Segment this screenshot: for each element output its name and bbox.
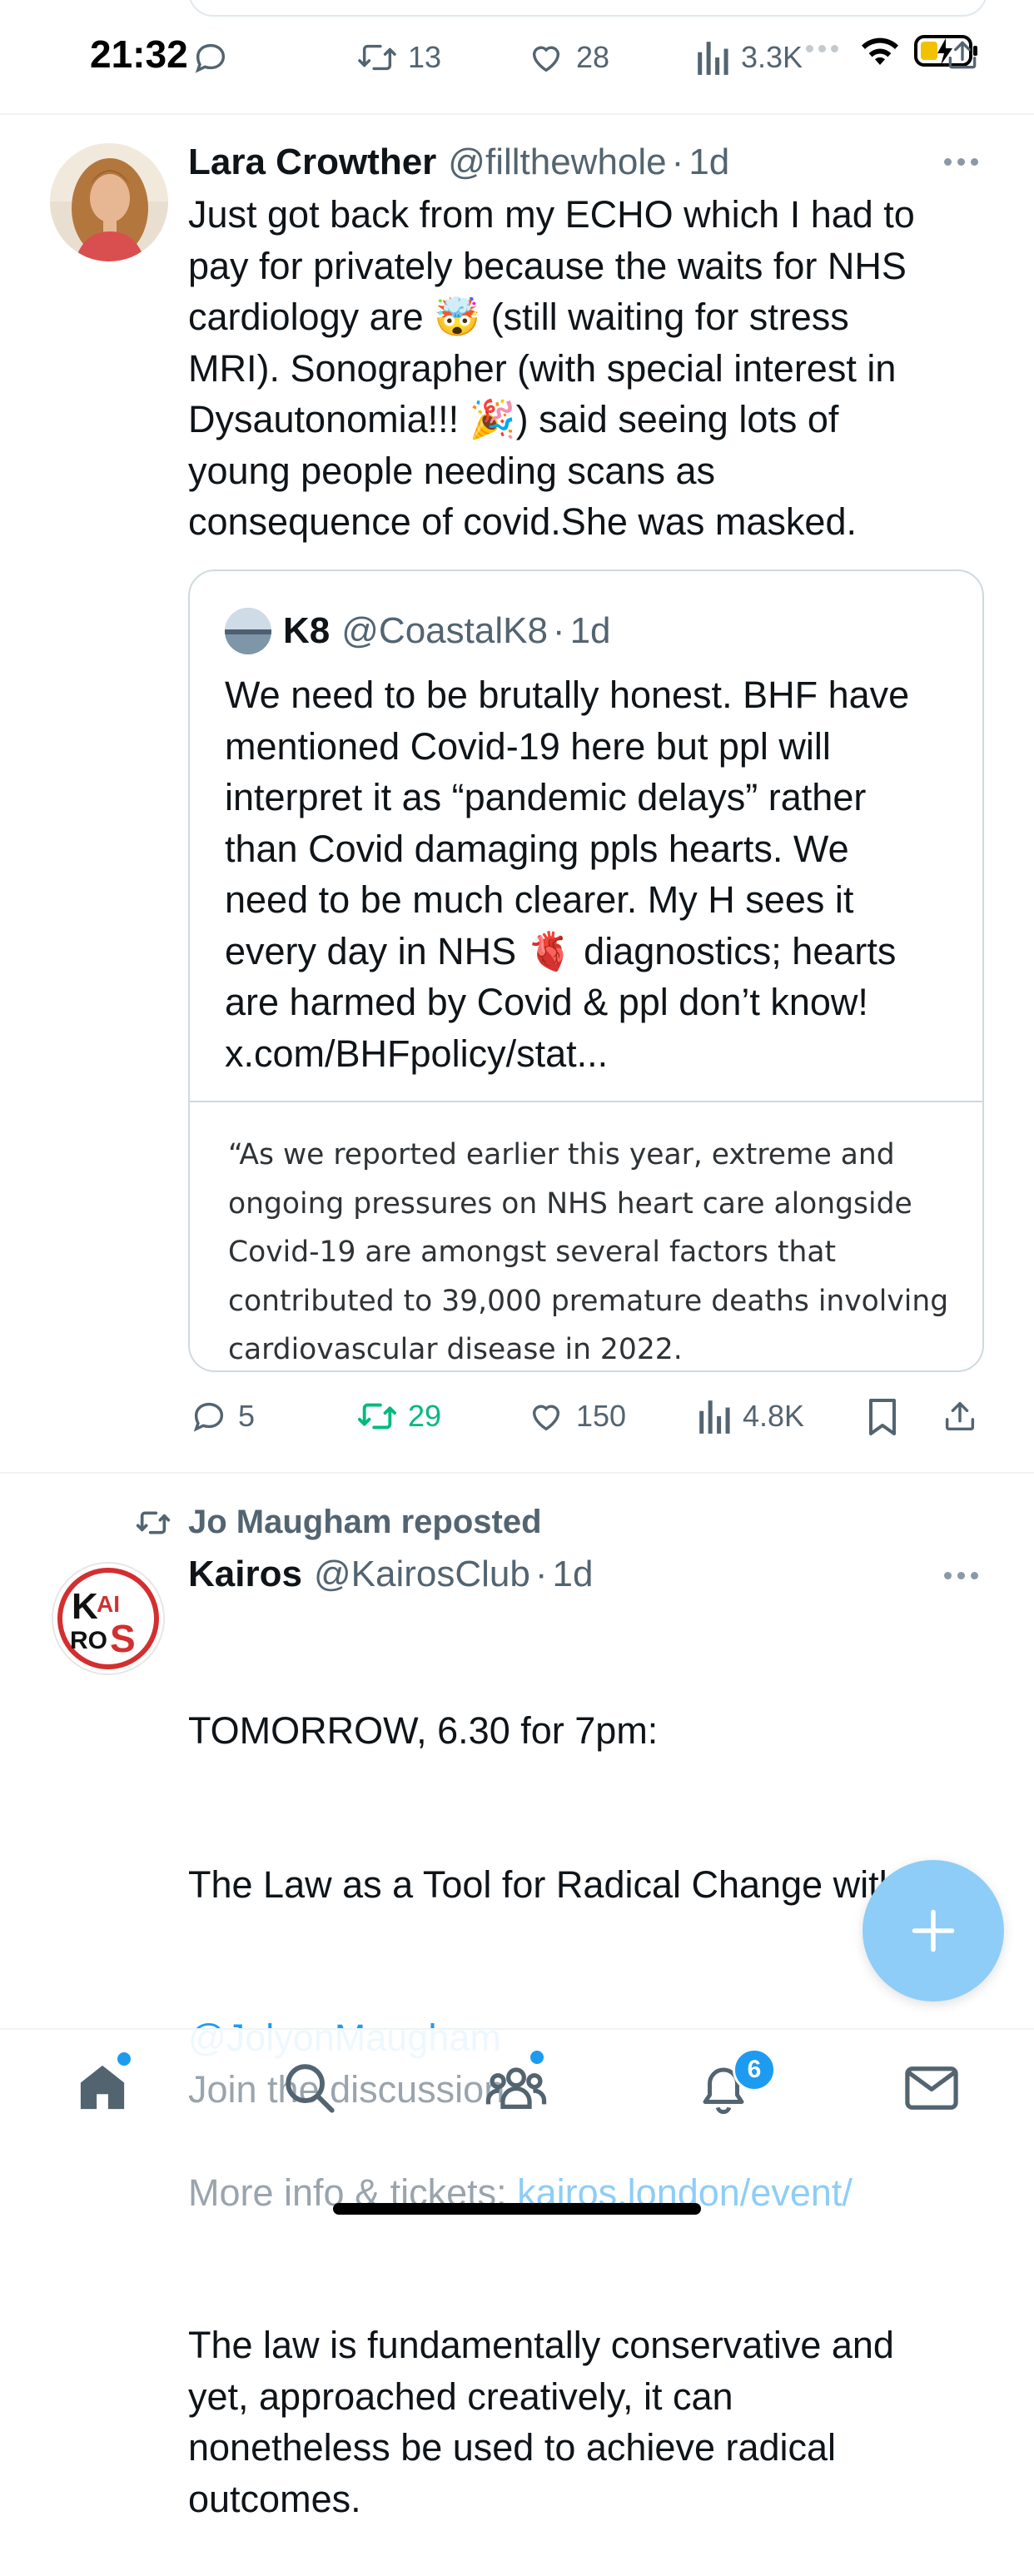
prev-reply-button[interactable] <box>191 38 230 77</box>
home-icon[interactable] <box>75 2060 130 2115</box>
more-options-icon[interactable] <box>944 1572 978 1579</box>
like-button[interactable]: 150 <box>526 1397 626 1435</box>
wifi-icon <box>862 37 898 65</box>
avatar-k8 <box>225 608 271 654</box>
author-handle[interactable]: @KairosClub <box>314 1554 530 1595</box>
tweet1-header: Lara Crowther @fillthewhole · 1d <box>188 142 729 183</box>
previous-quote-card-edge <box>188 0 987 17</box>
tweet-age[interactable]: 1d <box>689 142 729 183</box>
header-dot: · <box>671 142 684 182</box>
reply-button[interactable]: 5 <box>190 1397 255 1435</box>
svg-text:S: S <box>110 1617 136 1660</box>
retweet-icon <box>357 1403 396 1430</box>
prev-retweet-count: 13 <box>408 40 442 74</box>
communities-icon[interactable] <box>485 2058 548 2116</box>
quote-header-dot: · <box>552 610 565 651</box>
header-dot: · <box>534 1554 548 1594</box>
tweet-paragraph: The law is fundamentally conservative an… <box>188 2324 894 2520</box>
tweet2-header: Kairos @KairosClub · 1d <box>188 1554 593 1595</box>
heart-icon <box>532 1405 560 1431</box>
quote-author-name: K8 <box>283 610 331 651</box>
bookmark-icon[interactable] <box>864 1397 901 1437</box>
views-count: 4.8K <box>743 1399 805 1433</box>
status-time: 21:32 <box>90 32 188 76</box>
like-count: 150 <box>576 1399 627 1433</box>
svg-text:RO: RO <box>70 1627 107 1654</box>
prev-views-count: 3.3K <box>741 40 803 74</box>
home-unread-dot <box>115 2050 133 2068</box>
retweet-icon <box>358 44 396 71</box>
reposted-by-label: Jo Maugham reposted <box>188 1504 542 1540</box>
quote-author-handle: @CoastalK8 <box>341 610 548 651</box>
tweet-divider <box>0 113 1034 115</box>
quoted-tweet[interactable]: K8 @CoastalK8 · 1d We need to be brutall… <box>188 569 984 1372</box>
reply-count: 5 <box>238 1399 256 1433</box>
prev-share-icon[interactable] <box>944 37 981 73</box>
reply-input[interactable]: Join the discussion <box>188 2068 505 2111</box>
svg-text:K: K <box>72 1586 98 1627</box>
avatar-image <box>50 143 168 261</box>
share-icon[interactable] <box>941 1397 979 1435</box>
compose-tweet-button[interactable] <box>862 1860 1004 2002</box>
signal-dots <box>806 45 838 52</box>
views-button[interactable]: 4.8K <box>698 1397 804 1435</box>
notifications-badge: 6 <box>733 2048 776 2091</box>
tweet-age[interactable]: 1d <box>552 1554 593 1595</box>
quote-header: K8 @CoastalK8 · 1d <box>225 608 611 654</box>
retweet-icon <box>136 1511 171 1534</box>
tweet-divider <box>0 1472 1034 1474</box>
prev-like-count: 28 <box>576 40 610 74</box>
views-icon <box>698 42 728 75</box>
quote-text: We need to be brutally honest. BHF have … <box>225 674 910 1075</box>
reply-icon <box>193 1402 224 1432</box>
quote-divider <box>190 1101 982 1102</box>
tweet-line: TOMORROW, 6.30 for 7pm: <box>188 1709 659 1752</box>
author-handle[interactable]: @fillthewhole <box>448 142 666 183</box>
views-icon <box>699 1400 730 1434</box>
prev-like-button[interactable]: 28 <box>526 38 609 77</box>
messages-envelope-icon[interactable] <box>902 2061 961 2115</box>
reply-icon <box>195 43 226 73</box>
author-name[interactable]: Lara Crowther <box>188 142 436 183</box>
avatar-image <box>225 608 271 654</box>
retweet-count: 29 <box>408 1399 442 1433</box>
retweet-button[interactable]: 29 <box>356 1397 441 1435</box>
tweet-text: Just got back from my ECHO which I had t… <box>188 193 915 543</box>
home-indicator <box>333 2203 701 2215</box>
repost-indicator[interactable]: Jo Maugham reposted <box>133 1504 542 1541</box>
author-name[interactable]: Kairos <box>188 1554 302 1595</box>
communities-unread-dot <box>528 2048 546 2066</box>
search-icon[interactable] <box>280 2058 338 2116</box>
quote-excerpt: “As we reported earlier this year, extre… <box>228 1138 949 1366</box>
kairos-logo: K AI RO S <box>53 1564 163 1673</box>
more-options-icon[interactable] <box>944 158 978 166</box>
avatar-kairos[interactable]: K AI RO S <box>52 1562 165 1675</box>
avatar-lara-crowther[interactable] <box>50 143 168 261</box>
tweet-line: The Law as a Tool for Radical Change wit… <box>188 1862 900 1906</box>
prev-retweet-button[interactable]: 13 <box>356 38 441 77</box>
prev-views-button[interactable]: 3.3K <box>696 38 803 77</box>
plus-icon <box>912 1909 955 1952</box>
svg-text:AI: AI <box>97 1591 120 1617</box>
quote-age: 1d <box>569 610 611 651</box>
heart-icon <box>532 46 560 72</box>
